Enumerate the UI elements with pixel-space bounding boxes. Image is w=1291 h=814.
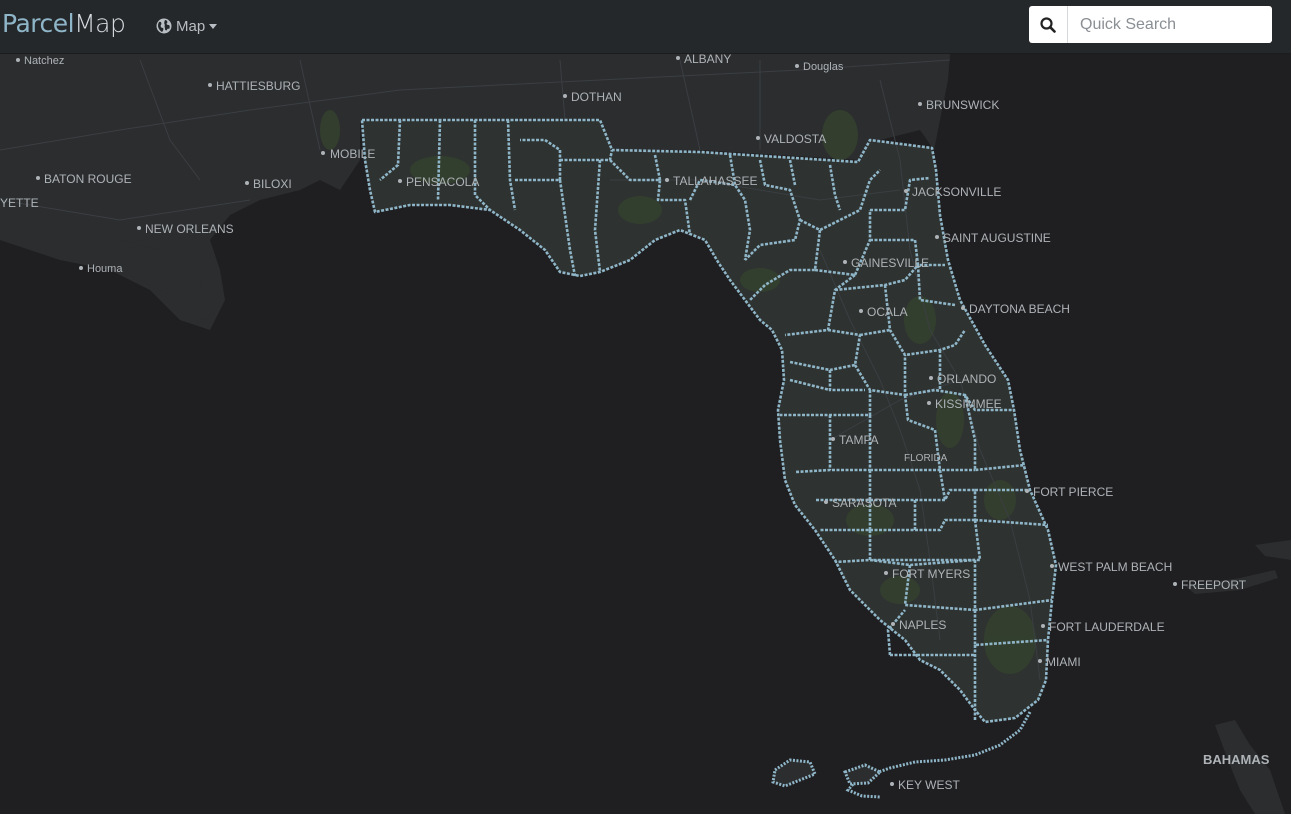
svg-text:HATTIESBURG: HATTIESBURG: [216, 79, 300, 93]
svg-text:Natchez: Natchez: [24, 55, 64, 67]
city-west-palm-beach: WEST PALM BEACH: [1050, 560, 1172, 574]
svg-text:OCALA: OCALA: [867, 305, 908, 319]
svg-text:FORT MYERS: FORT MYERS: [892, 567, 970, 581]
caret-down-icon: [209, 23, 218, 29]
svg-text:JACKSONVILLE: JACKSONVILLE: [912, 185, 1001, 199]
city-mobile: MOBILE: [321, 147, 375, 161]
city-kissimmee: KISSIMMEE: [927, 397, 1002, 411]
svg-text:Houma: Houma: [87, 263, 123, 275]
svg-text:BATON ROUGE: BATON ROUGE: [44, 172, 132, 186]
city-fort-myers: FORT MYERS: [884, 567, 970, 581]
top-navbar: ParcelMap Map: [0, 0, 1291, 54]
city-tallahassee: TALLAHASSEE: [665, 174, 757, 188]
city-gainesville: GAINESVILLE: [843, 256, 929, 270]
quick-search: [1029, 6, 1272, 43]
map-svg[interactable]: Natchez HATTIESBURG ALBANY Douglas DOTHA…: [0, 54, 1291, 814]
city-sarasota: SARASOTA: [824, 496, 896, 510]
search-icon: [1040, 16, 1056, 33]
map-dropdown-toggle[interactable]: Map: [156, 15, 218, 37]
city-freeport: FREEPORT: [1173, 578, 1247, 592]
svg-text:YETTE: YETTE: [0, 196, 39, 210]
state-florida: FLORIDA: [904, 453, 948, 464]
svg-text:MOBILE: MOBILE: [330, 147, 375, 161]
brand-logo-part1: Parcel: [2, 9, 75, 38]
svg-text:NAPLES: NAPLES: [899, 618, 946, 632]
city-naples: NAPLES: [891, 618, 946, 632]
city-ocala: OCALA: [859, 305, 908, 319]
city-tampa: TAMPA: [831, 433, 879, 447]
city-hattiesburg: HATTIESBURG: [208, 79, 300, 93]
city-pensacola: PENSACOLA: [398, 175, 479, 189]
city-natchez: Natchez: [16, 55, 64, 67]
city-albany: ALBANY: [676, 54, 731, 66]
svg-text:MIAMI: MIAMI: [1046, 655, 1081, 669]
svg-text:ORLANDO: ORLANDO: [937, 372, 996, 386]
city-saint-augustine: SAINT AUGUSTINE: [935, 231, 1051, 245]
svg-text:BAHAMAS: BAHAMAS: [1203, 752, 1270, 767]
city-fort-lauderdale: FORT LAUDERDALE: [1041, 620, 1165, 634]
svg-text:FLORIDA: FLORIDA: [904, 453, 948, 464]
svg-text:WEST PALM BEACH: WEST PALM BEACH: [1058, 560, 1172, 574]
city-daytona-beach: DAYTONA BEACH: [961, 302, 1070, 316]
svg-text:FORT LAUDERDALE: FORT LAUDERDALE: [1049, 620, 1165, 634]
svg-text:TALLAHASSEE: TALLAHASSEE: [673, 174, 757, 188]
svg-text:Douglas: Douglas: [803, 61, 844, 73]
map-canvas[interactable]: Natchez HATTIESBURG ALBANY Douglas DOTHA…: [0, 54, 1291, 814]
city-baton-rouge: BATON ROUGE: [36, 172, 132, 186]
globe-icon: [156, 18, 172, 34]
city-dothan: DOTHAN: [563, 90, 622, 104]
svg-text:DAYTONA BEACH: DAYTONA BEACH: [969, 302, 1070, 316]
city-douglas: Douglas: [795, 61, 844, 73]
svg-text:KEY WEST: KEY WEST: [898, 778, 960, 792]
city-yette: YETTE: [0, 196, 39, 210]
city-key-west: KEY WEST: [890, 778, 960, 792]
city-orlando: ORLANDO: [929, 372, 996, 386]
svg-text:FREEPORT: FREEPORT: [1181, 578, 1247, 592]
svg-text:DOTHAN: DOTHAN: [571, 90, 622, 104]
svg-text:NEW ORLEANS: NEW ORLEANS: [145, 222, 234, 236]
svg-text:BRUNSWICK: BRUNSWICK: [926, 98, 999, 112]
city-valdosta: VALDOSTA: [756, 132, 826, 146]
brand-logo-part2: Map: [74, 9, 126, 38]
svg-text:SAINT AUGUSTINE: SAINT AUGUSTINE: [943, 231, 1051, 245]
city-fort-pierce: FORT PIERCE: [1025, 485, 1113, 499]
svg-text:VALDOSTA: VALDOSTA: [764, 132, 826, 146]
city-jacksonville: JACKSONVILLE: [904, 185, 1001, 199]
svg-text:BILOXI: BILOXI: [253, 177, 292, 191]
country-bahamas: BAHAMAS: [1203, 752, 1270, 767]
svg-text:KISSIMMEE: KISSIMMEE: [935, 397, 1002, 411]
svg-text:PENSACOLA: PENSACOLA: [406, 175, 479, 189]
svg-text:SARASOTA: SARASOTA: [832, 496, 896, 510]
svg-text:FORT PIERCE: FORT PIERCE: [1033, 485, 1113, 499]
city-brunswick: BRUNSWICK: [918, 98, 999, 112]
search-button[interactable]: [1029, 6, 1068, 43]
city-new-orleans: NEW ORLEANS: [137, 222, 234, 236]
map-dropdown-label: Map: [176, 17, 206, 35]
svg-text:GAINESVILLE: GAINESVILLE: [851, 256, 929, 270]
quick-search-input[interactable]: [1068, 8, 1272, 41]
svg-text:ALBANY: ALBANY: [684, 54, 731, 66]
svg-text:TAMPA: TAMPA: [839, 433, 879, 447]
brand-logo[interactable]: ParcelMap: [2, 9, 126, 39]
